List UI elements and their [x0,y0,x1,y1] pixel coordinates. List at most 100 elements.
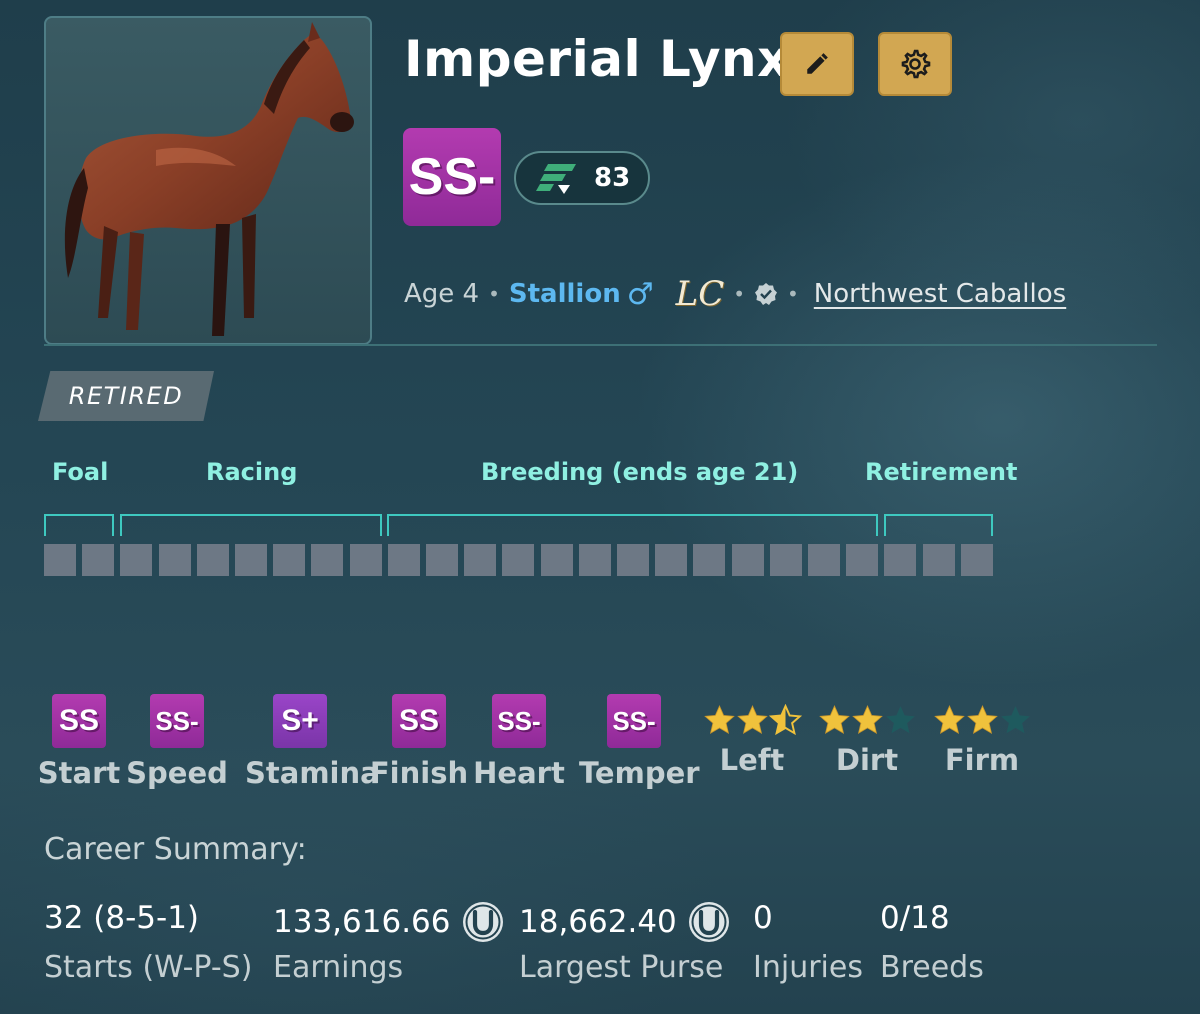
edit-button[interactable] [780,32,854,96]
lifecycle-year-box [197,544,229,576]
stat-grade: SS- [492,694,546,748]
earnings-amount: 133,616.66 [273,904,451,940]
lifecycle-year-box [311,544,343,576]
lifecycle-year-box [923,544,955,576]
lifecycle-year-box [426,544,458,576]
lifecycle-year-box [808,544,840,576]
star-full-icon [736,705,768,734]
star-half-icon [768,704,802,736]
largest-purse-amount: 18,662.40 [519,904,677,940]
injuries-value: 0 [753,900,773,936]
male-icon: ♂ [626,276,654,312]
lifecycle-year-box [579,544,611,576]
star-empty-icon [1000,706,1030,734]
stat-label: Finish [369,756,469,790]
preference-dirt: Dirt [807,704,927,777]
star-full-icon [851,705,883,734]
injuries-label: Injuries [753,950,863,985]
career-summary-title: Career Summary: [44,832,307,867]
stat-label: Stamina [245,756,380,790]
stat-grade: SS [392,694,446,748]
settings-button[interactable] [878,32,952,96]
preference-label: Left [719,743,785,777]
separator-dot: • [733,282,745,306]
stat-grade: SS- [150,694,204,748]
starts-value: 32 (8-5-1) [44,900,200,936]
lifecycle-year-box [44,544,76,576]
stat-speed: SS- Speed [122,694,232,790]
separator-dot: • [787,282,799,306]
lifecycle-year-box [350,544,382,576]
star-rating [922,704,1042,737]
rating-pill: 83 [514,151,650,205]
lifecycle-year-box [884,544,916,576]
lifecycle-year-box [273,544,305,576]
age-text: Age 4 [404,279,480,309]
lifecycle-year-box [120,544,152,576]
lifecycle-year-box [732,544,764,576]
separator-dot: • [488,282,500,306]
lifecycle-year-box [82,544,114,576]
preference-firm: Firm [922,704,1042,777]
lifecycle-year-box [159,544,191,576]
star-full-icon [966,705,998,734]
lifecycle-year-box [541,544,573,576]
sex-text: Stallion [508,279,621,309]
star-rating [807,704,927,737]
rating-value: 83 [594,163,631,193]
star-empty-icon [885,706,915,734]
phase-label-racing: Racing [206,458,298,486]
earnings-value: 133,616.66 [273,900,505,944]
lifecycle-year-box [770,544,802,576]
lifecycle-year-box [961,544,993,576]
breeds-label: Breeds [880,950,984,985]
preference-label: Firm [944,743,1020,777]
breeds-value: 0/18 [880,900,950,936]
phase-label-retirement: Retirement [865,458,1018,486]
stat-start: SS Start [24,694,134,790]
lifecycle-year-box [693,544,725,576]
overall-grade-badge: SS- [403,128,501,226]
phase-bracket-foal [44,514,114,536]
pencil-icon [807,53,828,74]
phase-bracket-retirement [884,514,993,536]
speed-rating-icon [536,164,576,194]
stat-grade: S+ [273,694,327,748]
gear-icon [901,49,931,79]
stat-heart: SS- Heart [464,694,574,790]
lifecycle-year-box [502,544,534,576]
verified-badge-icon [755,283,777,305]
stat-grade: SS [52,694,106,748]
earnings-label: Earnings [273,950,404,985]
star-full-icon [703,705,735,734]
breeder-monogram[interactable]: LC [676,274,725,314]
star-full-icon [933,705,965,734]
lifecycle-year-box [655,544,687,576]
star-rating [692,704,812,737]
horseshoe-coin-icon [688,902,729,942]
preference-left: Left [692,704,812,777]
stat-finish: SS Finish [364,694,474,790]
stat-label: Heart [473,756,565,790]
largest-purse-label: Largest Purse [519,950,724,985]
lifecycle-year-box [235,544,267,576]
stat-label: Temper [579,756,700,790]
status-badge: RETIRED [38,371,214,421]
phase-bracket-racing [120,514,382,536]
starts-label: Starts (W-P-S) [44,950,253,985]
horse-image [64,22,354,336]
stat-grade: SS- [607,694,661,748]
stat-stamina: S+ Stamina [245,694,380,790]
stat-label: Start [37,756,121,790]
lifecycle-year-box [464,544,496,576]
phase-label-foal: Foal [52,458,109,486]
phase-bracket-breeding [387,514,878,536]
phase-label-breeding: Breeding (ends age 21) [481,458,799,486]
horseshoe-coin-icon [462,902,503,942]
lifecycle-year-box [388,544,420,576]
horse-info-line: Age 4 • Stallion ♂ LC • • Northwest Caba… [404,274,1066,314]
header-divider [44,344,1157,346]
preference-label: Dirt [835,743,899,777]
owner-link[interactable]: Northwest Caballos [814,279,1066,309]
lifecycle-year-box [617,544,649,576]
